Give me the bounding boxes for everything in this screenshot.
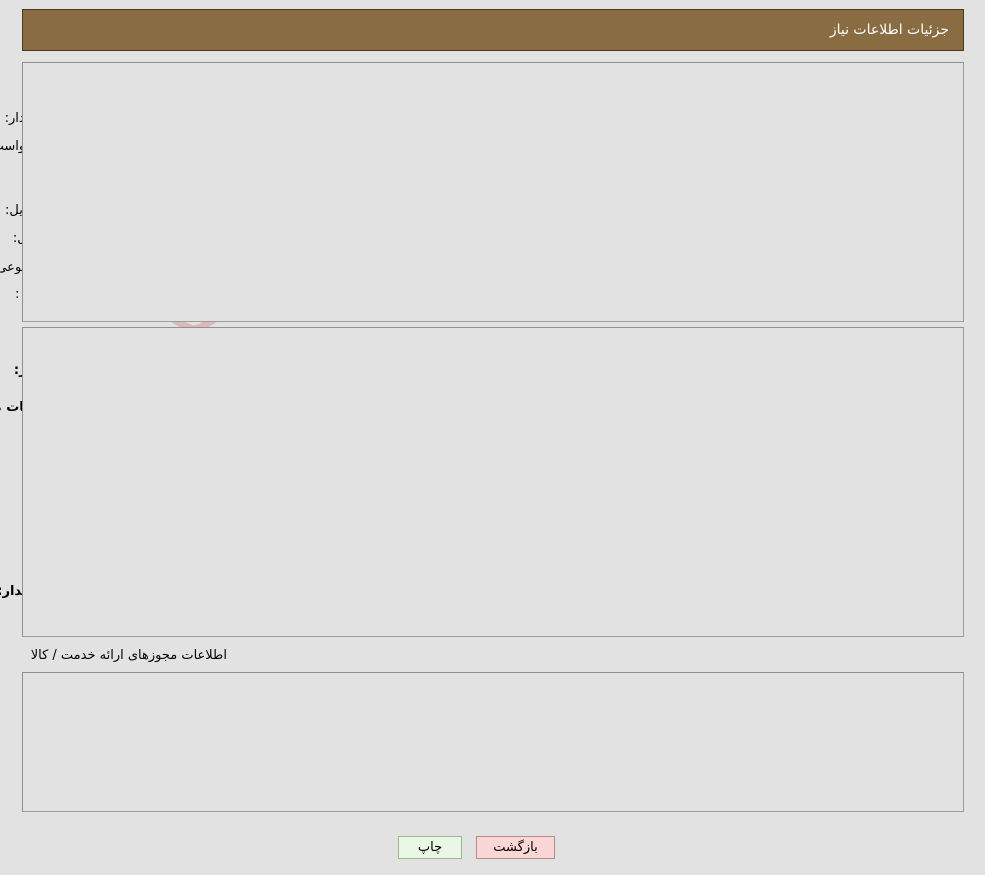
back-button[interactable]: بازگشت bbox=[476, 836, 555, 859]
print-button[interactable]: چاپ bbox=[398, 836, 462, 859]
page-title: جزئیات اطلاعات نیاز bbox=[829, 22, 949, 38]
need-details-panel bbox=[22, 327, 964, 637]
header-bar: جزئیات اطلاعات نیاز bbox=[22, 9, 964, 51]
need-info-panel bbox=[22, 62, 964, 322]
permits-panel bbox=[22, 672, 964, 812]
permits-heading: اطلاعات مجوزهای ارائه خدمت / کالا bbox=[30, 648, 227, 663]
page-root: AriaTender.net جزئیات اطلاعات نیاز شماره… bbox=[0, 0, 985, 875]
